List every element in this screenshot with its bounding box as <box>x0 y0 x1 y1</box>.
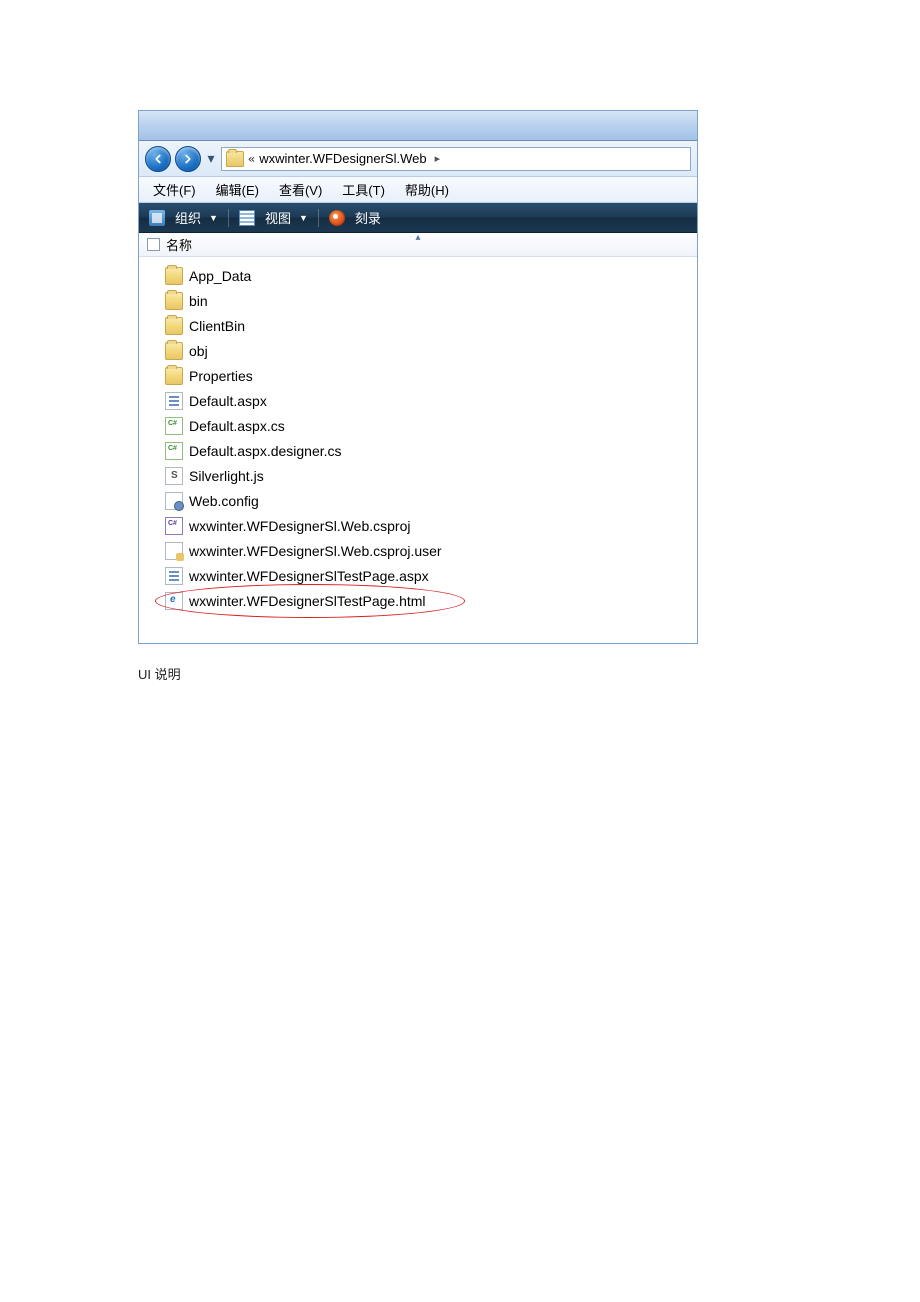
aspx-icon <box>165 567 183 585</box>
file-row[interactable]: Web.config <box>151 488 697 513</box>
file-list: App_Databin ClientBin obj Properties Default… <box>139 257 697 643</box>
file-row[interactable]: Properties <box>151 363 697 388</box>
breadcrumb-arrow-icon[interactable]: ▸ <box>435 152 441 165</box>
aspx-icon <box>165 392 183 410</box>
caption-text: UI 说明 <box>138 664 920 683</box>
file-row[interactable]: obj <box>151 338 697 363</box>
organize-icon <box>149 210 165 226</box>
file-row[interactable]: wxwinter.WFDesignerSlTestPage.html <box>151 588 697 613</box>
html-icon <box>165 592 183 610</box>
menu-help[interactable]: 帮助(H) <box>395 178 459 201</box>
folder-icon <box>165 367 183 385</box>
file-row[interactable]: bin <box>151 288 697 313</box>
file-name: Default.aspx.cs <box>189 418 285 434</box>
chevron-down-icon[interactable]: ▼ <box>209 213 218 223</box>
file-name: ClientBin <box>189 318 245 334</box>
file-name: Default.aspx.designer.cs <box>189 443 342 459</box>
column-header-name[interactable]: 名称 <box>166 235 192 254</box>
navigation-bar: ▾ « wxwinter.WFDesignerSl.Web ▸ <box>139 141 697 177</box>
explorer-window: ▾ « wxwinter.WFDesignerSl.Web ▸ 文件(F) 编辑… <box>138 110 698 644</box>
folder-icon <box>165 292 183 310</box>
folder-icon <box>165 267 183 285</box>
menu-view[interactable]: 查看(V) <box>269 178 332 201</box>
file-name: wxwinter.WFDesignerSl.Web.csproj <box>189 518 410 534</box>
view-button[interactable]: 视图 <box>265 208 291 227</box>
select-all-checkbox[interactable] <box>147 238 160 251</box>
cs-icon <box>165 442 183 460</box>
file-row[interactable]: wxwinter.WFDesignerSlTestPage.aspx <box>151 563 697 588</box>
user-icon <box>165 542 183 560</box>
js-icon <box>165 467 183 485</box>
file-row[interactable]: Silverlight.js <box>151 463 697 488</box>
csproj-icon <box>165 517 183 535</box>
file-name: wxwinter.WFDesignerSlTestPage.html <box>189 593 426 609</box>
folder-icon <box>226 151 244 167</box>
file-name: bin <box>189 293 208 309</box>
breadcrumb-folder[interactable]: wxwinter.WFDesignerSl.Web <box>259 151 426 166</box>
file-name: Web.config <box>189 493 259 509</box>
view-icon <box>239 210 255 226</box>
menu-file[interactable]: 文件(F) <box>143 178 206 201</box>
chevron-down-icon[interactable]: ▼ <box>299 213 308 223</box>
arrow-left-icon <box>151 152 165 166</box>
nav-history-dropdown[interactable]: ▾ <box>205 152 217 166</box>
burn-icon <box>329 210 345 226</box>
file-row[interactable]: App_Data <box>151 263 697 288</box>
titlebar[interactable] <box>139 111 697 141</box>
cs-icon <box>165 417 183 435</box>
file-row[interactable]: wxwinter.WFDesignerSl.Web.csproj <box>151 513 697 538</box>
menu-tools[interactable]: 工具(T) <box>332 178 395 201</box>
column-header-row: ▴ 名称 <box>139 233 697 257</box>
file-name: App_Data <box>189 268 251 284</box>
menu-bar: 文件(F) 编辑(E) 查看(V) 工具(T) 帮助(H) <box>139 177 697 203</box>
sort-indicator-icon: ▴ <box>415 232 420 243</box>
separator <box>228 209 229 227</box>
file-row[interactable]: Default.aspx.designer.cs <box>151 438 697 463</box>
file-row[interactable]: ClientBin <box>151 313 697 338</box>
file-name: wxwinter.WFDesignerSl.Web.csproj.user <box>189 543 442 559</box>
address-bar[interactable]: « wxwinter.WFDesignerSl.Web ▸ <box>221 147 691 171</box>
file-name: obj <box>189 343 208 359</box>
breadcrumb-overflow[interactable]: « <box>248 152 255 166</box>
command-toolbar: 组织 ▼ 视图 ▼ 刻录 <box>139 203 697 233</box>
file-name: Properties <box>189 368 253 384</box>
separator <box>318 209 319 227</box>
file-name: wxwinter.WFDesignerSlTestPage.aspx <box>189 568 429 584</box>
forward-button[interactable] <box>175 146 201 172</box>
arrow-right-icon <box>181 152 195 166</box>
file-row[interactable]: wxwinter.WFDesignerSl.Web.csproj.user <box>151 538 697 563</box>
folder-icon <box>165 317 183 335</box>
organize-button[interactable]: 组织 <box>175 208 201 227</box>
file-row[interactable]: Default.aspx.cs <box>151 413 697 438</box>
back-button[interactable] <box>145 146 171 172</box>
burn-button[interactable]: 刻录 <box>355 208 381 227</box>
folder-icon <box>165 342 183 360</box>
menu-edit[interactable]: 编辑(E) <box>206 178 269 201</box>
file-row[interactable]: Default.aspx <box>151 388 697 413</box>
config-icon <box>165 492 183 510</box>
file-name: Default.aspx <box>189 393 267 409</box>
file-name: Silverlight.js <box>189 468 264 484</box>
